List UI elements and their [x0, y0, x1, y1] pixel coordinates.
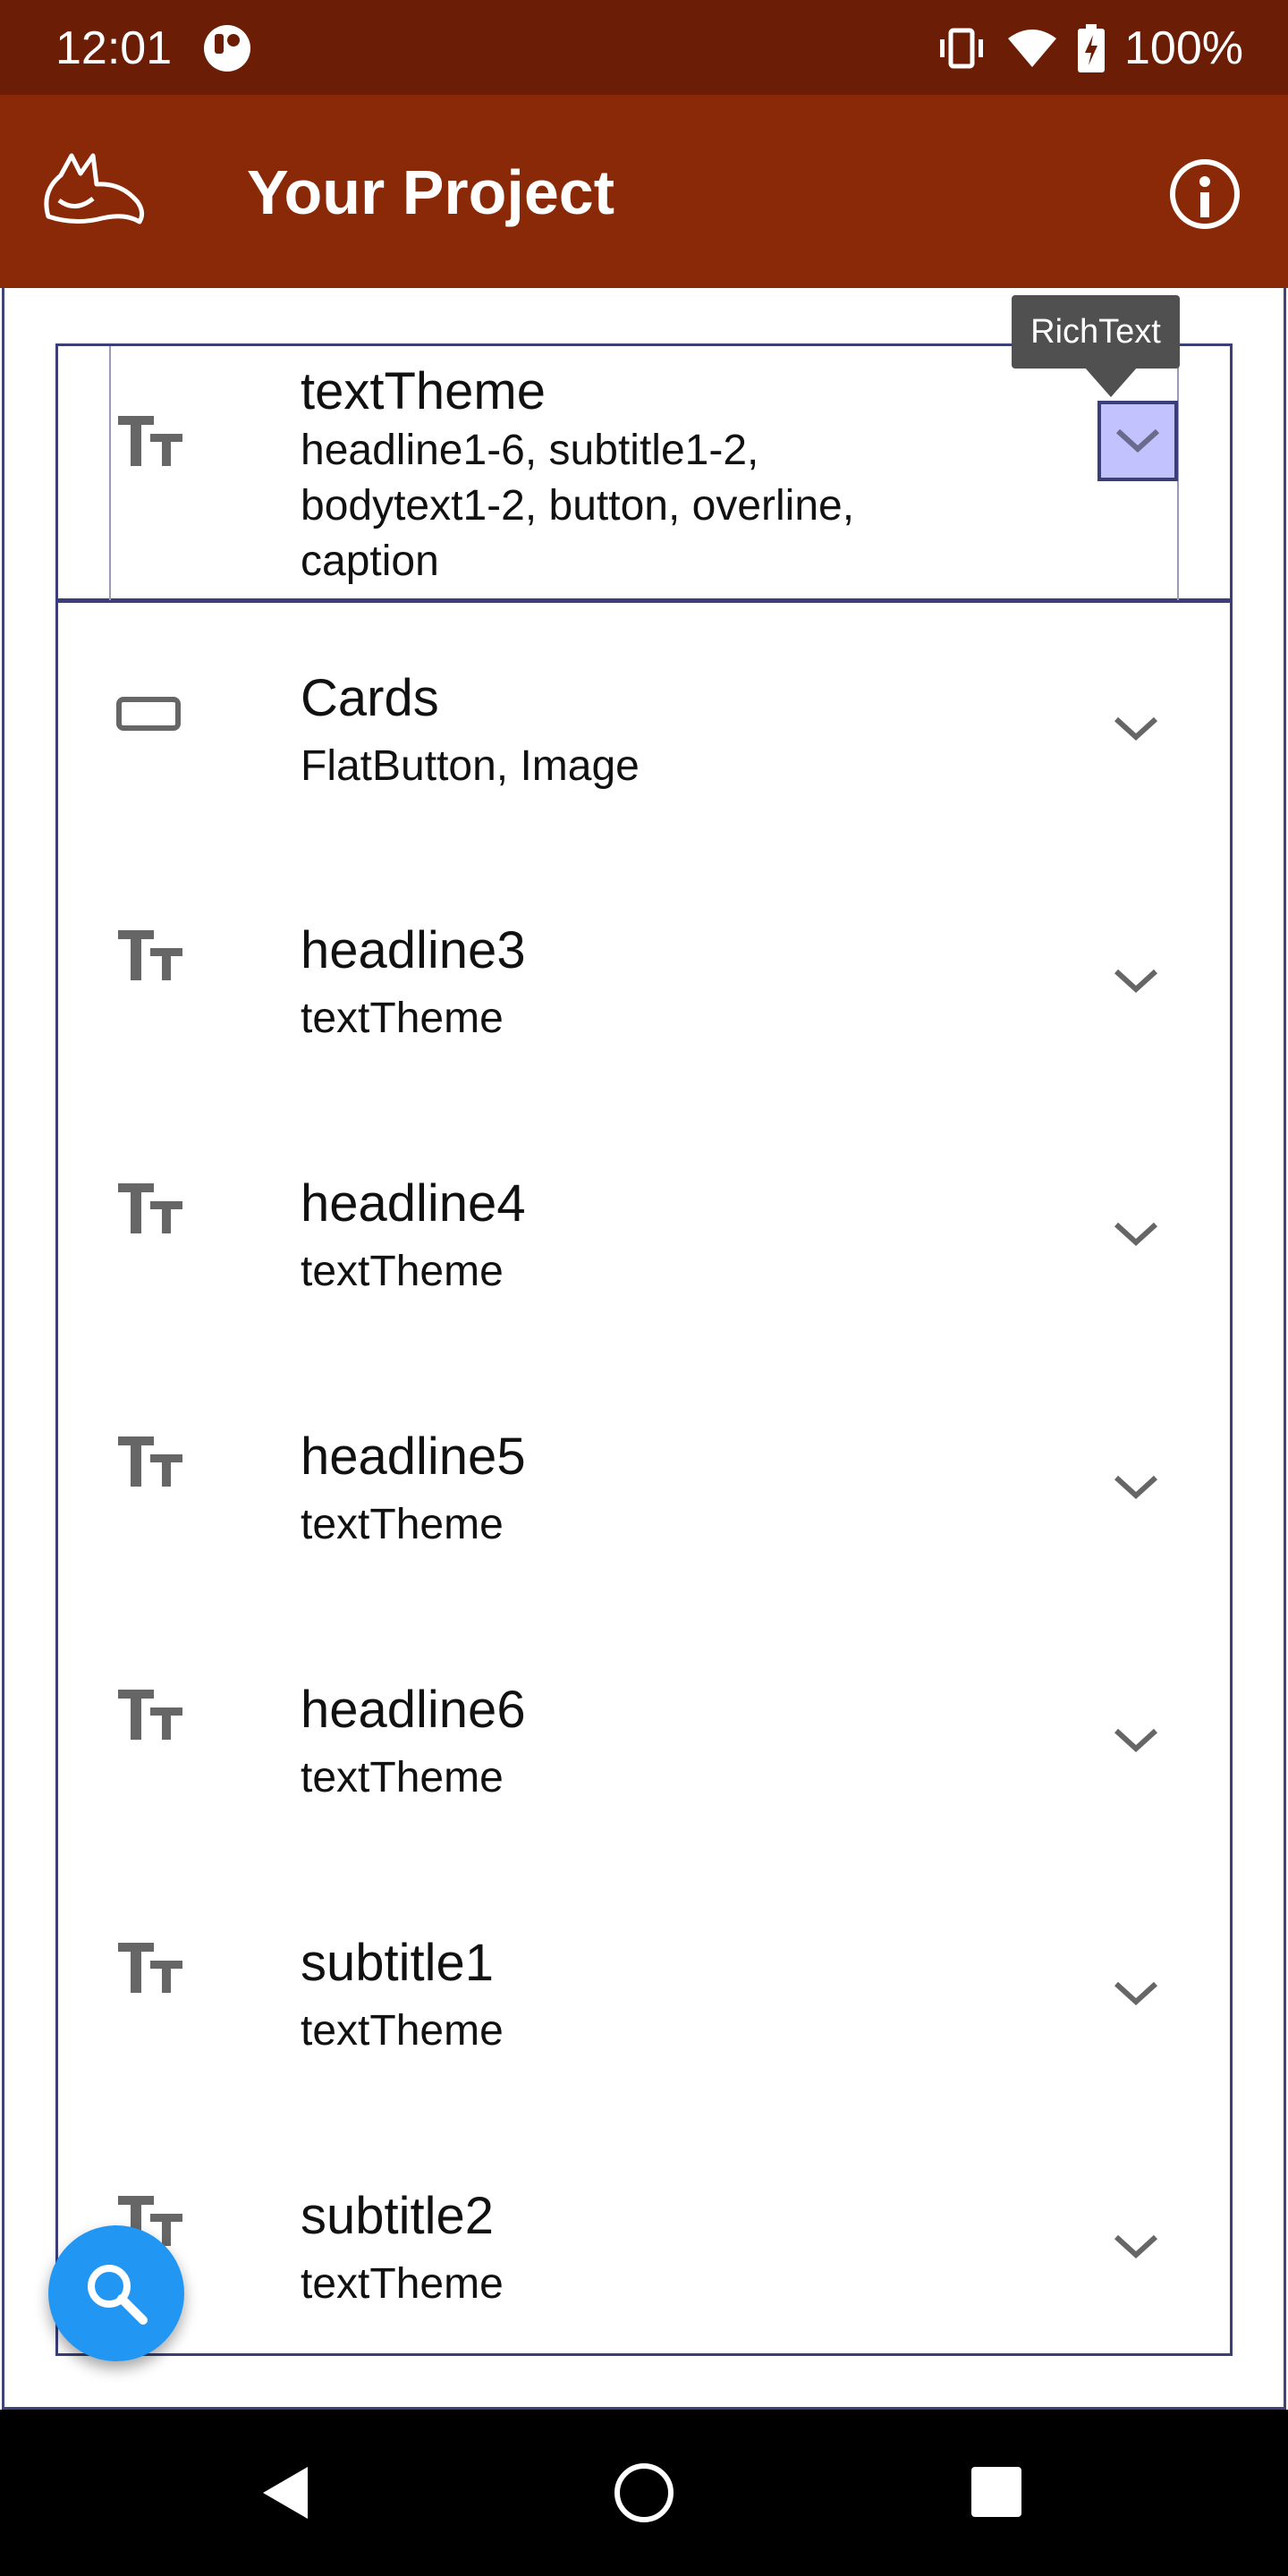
list-item[interactable]: textTheme headline1-6, subtitle1-2, body…	[55, 346, 1233, 600]
app-notification-icon	[204, 25, 250, 72]
text-fields-icon	[118, 416, 182, 466]
list-item-subtitle: textTheme	[301, 995, 504, 1042]
list-item[interactable]: subtitle1 textTheme	[55, 1868, 1233, 2121]
text-fields-icon	[118, 1943, 182, 1993]
chevron-down-icon[interactable]	[1111, 1724, 1161, 1759]
status-bar: 12:01 100%	[0, 0, 1288, 95]
text-fields-icon	[118, 1183, 182, 1233]
text-fields-icon	[118, 930, 182, 980]
chevron-down-icon[interactable]	[1111, 1977, 1161, 2012]
status-time: 12:01	[55, 22, 173, 74]
app-title: Your Project	[247, 157, 615, 227]
list-item[interactable]: headline3 textTheme	[55, 855, 1233, 1108]
chevron-down-icon[interactable]	[1111, 712, 1161, 748]
list-item[interactable]: headline4 textTheme	[55, 1108, 1233, 1361]
tooltip: RichText	[1012, 295, 1180, 369]
list-item-subtitle: FlatButton, Image	[301, 742, 640, 790]
list-item-subtitle: textTheme	[301, 2007, 504, 2055]
app-bar: Your Project	[0, 95, 1288, 288]
list-item[interactable]: headline6 textTheme	[55, 1614, 1233, 1868]
system-nav-bar	[0, 2410, 1288, 2576]
chevron-down-icon[interactable]	[1111, 964, 1161, 1000]
list-item-title: subtitle2	[301, 2187, 495, 2245]
home-icon[interactable]	[611, 2460, 677, 2526]
fox-logo-icon	[44, 153, 145, 225]
status-icons: 100%	[936, 20, 1243, 77]
chevron-down-icon[interactable]	[1111, 1217, 1161, 1253]
list-item-title: headline3	[301, 921, 526, 979]
list-item-subtitle: textTheme	[301, 1754, 504, 1801]
text-fields-icon	[118, 1690, 182, 1740]
battery-percentage: 100%	[1124, 22, 1243, 74]
list-item[interactable]: subtitle2 textTheme	[55, 2121, 1233, 2353]
expand-button-highlighted[interactable]	[1097, 401, 1178, 481]
list-item-title: subtitle1	[301, 1934, 495, 1992]
back-icon[interactable]	[256, 2462, 318, 2524]
info-icon[interactable]	[1170, 159, 1240, 229]
list-item[interactable]: Cards FlatButton, Image	[55, 605, 1233, 855]
list-item-title: headline4	[301, 1174, 526, 1233]
search-fab[interactable]	[48, 2225, 184, 2361]
tooltip-arrow	[1084, 367, 1138, 397]
list-item-subtitle: headline1-6, subtitle1-2, bodytext1-2, b…	[301, 427, 855, 585]
wifi-icon	[1008, 30, 1056, 67]
list-item-title: headline5	[301, 1428, 526, 1486]
vibrate-icon	[940, 28, 983, 69]
battery-charging-icon	[1078, 24, 1105, 72]
chevron-down-icon	[1115, 428, 1160, 453]
card-icon	[116, 697, 181, 731]
search-icon	[88, 2265, 148, 2325]
list-item-title: textTheme	[301, 362, 546, 420]
recents-icon[interactable]	[970, 2465, 1023, 2519]
chevron-down-icon[interactable]	[1111, 2230, 1161, 2266]
list-item-title: headline6	[301, 1681, 526, 1739]
list-item-subtitle: textTheme	[301, 2260, 504, 2308]
list-item-title: Cards	[301, 669, 439, 727]
list-item[interactable]: headline5 textTheme	[55, 1361, 1233, 1614]
text-fields-icon	[118, 1436, 182, 1487]
list-item-subtitle: textTheme	[301, 1501, 504, 1548]
list-item-subtitle: textTheme	[301, 1248, 504, 1295]
chevron-down-icon[interactable]	[1111, 1470, 1161, 1506]
screen: 12:01 100% Your Project textTheme headli…	[0, 0, 1288, 2576]
